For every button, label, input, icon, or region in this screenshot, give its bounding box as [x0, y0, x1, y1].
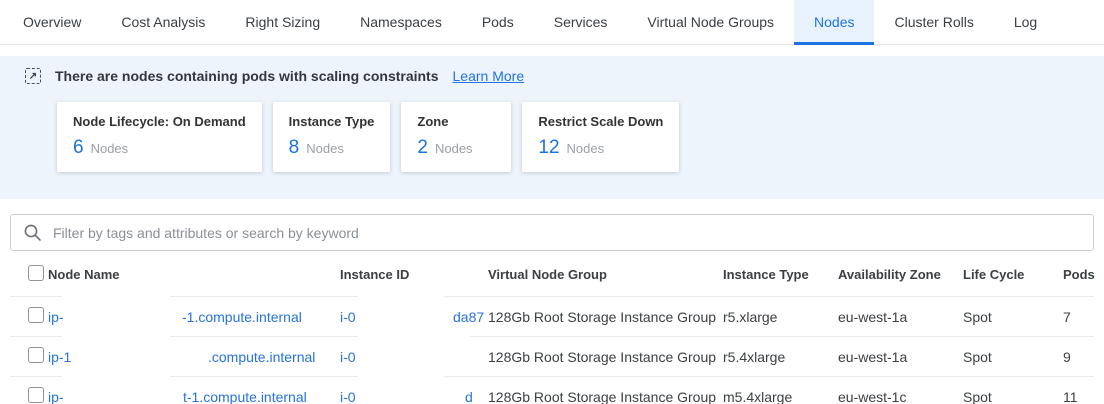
column-header-pods: Pods — [1063, 267, 1095, 282]
card-title: Instance Type — [289, 114, 375, 129]
instance-type-cell: r5.xlarge — [723, 309, 838, 325]
tab-nodes[interactable]: Nodes — [794, 0, 874, 44]
instance-type-cell: r5.4xlarge — [723, 349, 838, 365]
instance-type-cell: m5.4xlarge — [723, 389, 838, 404]
nodes-table: Node Name Instance ID Virtual Node Group… — [10, 253, 1094, 404]
node-name-link[interactable]: -1.compute.internal — [182, 309, 302, 325]
column-header-node-name: Node Name — [48, 267, 340, 282]
column-header-virtual-node-group: Virtual Node Group — [488, 267, 723, 282]
availability-zone-cell: eu-west-1c — [838, 389, 963, 404]
tab-virtual-node-groups[interactable]: Virtual Node Groups — [627, 0, 794, 44]
scaling-constraints-banner: ↗ There are nodes containing pods with s… — [0, 56, 1104, 199]
life-cycle-cell: Spot — [963, 309, 1063, 325]
filter-input[interactable] — [10, 214, 1094, 251]
availability-zone-cell: eu-west-1a — [838, 309, 963, 325]
life-cycle-cell: Spot — [963, 389, 1063, 404]
column-header-availability-zone: Availability Zone — [838, 267, 963, 282]
summary-card-node-lifecycle[interactable]: Node Lifecycle: On Demand 6 Nodes — [57, 102, 262, 172]
column-header-instance-id: Instance ID — [340, 267, 488, 282]
filter-bar — [10, 214, 1094, 251]
table-row: ip- -1.compute.internal i-0 da87 128Gb R… — [10, 296, 1094, 336]
card-title: Zone — [417, 114, 495, 129]
card-unit: Nodes — [567, 141, 605, 156]
card-count: 6 — [73, 137, 84, 159]
card-unit: Nodes — [435, 141, 473, 156]
node-name-link[interactable]: ip- — [48, 389, 64, 404]
instance-id-link[interactable]: i-0 — [340, 389, 356, 404]
column-header-instance-type: Instance Type — [723, 267, 838, 282]
card-unit: Nodes — [306, 141, 344, 156]
instance-id-link[interactable]: da87 — [453, 309, 484, 325]
tab-services[interactable]: Services — [534, 0, 628, 44]
tab-cluster-rolls[interactable]: Cluster Rolls — [874, 0, 993, 44]
node-name-link[interactable]: .compute.internal — [208, 349, 315, 365]
row-checkbox[interactable] — [28, 387, 44, 403]
availability-zone-cell: eu-west-1a — [838, 349, 963, 365]
banner-message: There are nodes containing pods with sca… — [55, 68, 439, 84]
pods-cell: 7 — [1063, 309, 1094, 325]
tab-pods[interactable]: Pods — [462, 0, 534, 44]
column-header-life-cycle: Life Cycle — [963, 267, 1063, 282]
table-header-row: Node Name Instance ID Virtual Node Group… — [10, 253, 1094, 296]
search-icon — [23, 223, 42, 247]
constraint-summary-cards: Node Lifecycle: On Demand 6 Nodes Instan… — [15, 102, 1089, 172]
card-title: Node Lifecycle: On Demand — [73, 114, 246, 129]
tab-bar: Overview Cost Analysis Right Sizing Name… — [0, 0, 1104, 45]
table-row: ip-1 .compute.internal i-0 128Gb Root St… — [10, 336, 1094, 376]
virtual-node-group-cell: 128Gb Root Storage Instance Group — [488, 389, 723, 404]
node-name-link[interactable]: ip-1 — [48, 349, 71, 365]
card-count: 8 — [289, 137, 300, 159]
node-name-link[interactable]: ip- — [48, 309, 64, 325]
card-title: Restrict Scale Down — [538, 114, 663, 129]
learn-more-link[interactable]: Learn More — [453, 68, 525, 84]
tab-right-sizing[interactable]: Right Sizing — [225, 0, 340, 44]
tab-namespaces[interactable]: Namespaces — [340, 0, 462, 44]
summary-card-zone[interactable]: Zone 2 Nodes — [401, 102, 511, 172]
life-cycle-cell: Spot — [963, 349, 1063, 365]
tab-overview[interactable]: Overview — [3, 0, 101, 44]
table-row: ip- t-1.compute.internal i-0 d 128Gb Roo… — [10, 376, 1094, 404]
instance-id-link[interactable]: i-0 — [340, 349, 356, 365]
card-count: 2 — [417, 137, 428, 159]
virtual-node-group-cell: 128Gb Root Storage Instance Group — [488, 349, 723, 365]
tab-cost-analysis[interactable]: Cost Analysis — [101, 0, 225, 44]
summary-card-instance-type[interactable]: Instance Type 8 Nodes — [273, 102, 391, 172]
card-count: 12 — [538, 137, 559, 159]
card-unit: Nodes — [91, 141, 129, 156]
nodes-page: Overview Cost Analysis Right Sizing Name… — [0, 0, 1104, 404]
instance-id-link[interactable]: i-0 — [340, 309, 356, 325]
virtual-node-group-cell: 128Gb Root Storage Instance Group — [488, 309, 723, 325]
tab-log[interactable]: Log — [994, 0, 1057, 44]
pods-cell: 9 — [1063, 349, 1094, 365]
instance-id-link[interactable]: d — [465, 389, 473, 404]
row-checkbox[interactable] — [28, 347, 44, 363]
scale-out-icon: ↗ — [25, 68, 41, 84]
summary-card-restrict-scale-down[interactable]: Restrict Scale Down 12 Nodes — [522, 102, 679, 172]
pods-cell: 11 — [1063, 389, 1094, 404]
node-name-link[interactable]: t-1.compute.internal — [183, 389, 307, 404]
select-all-checkbox[interactable] — [28, 265, 44, 281]
row-checkbox[interactable] — [28, 307, 44, 323]
